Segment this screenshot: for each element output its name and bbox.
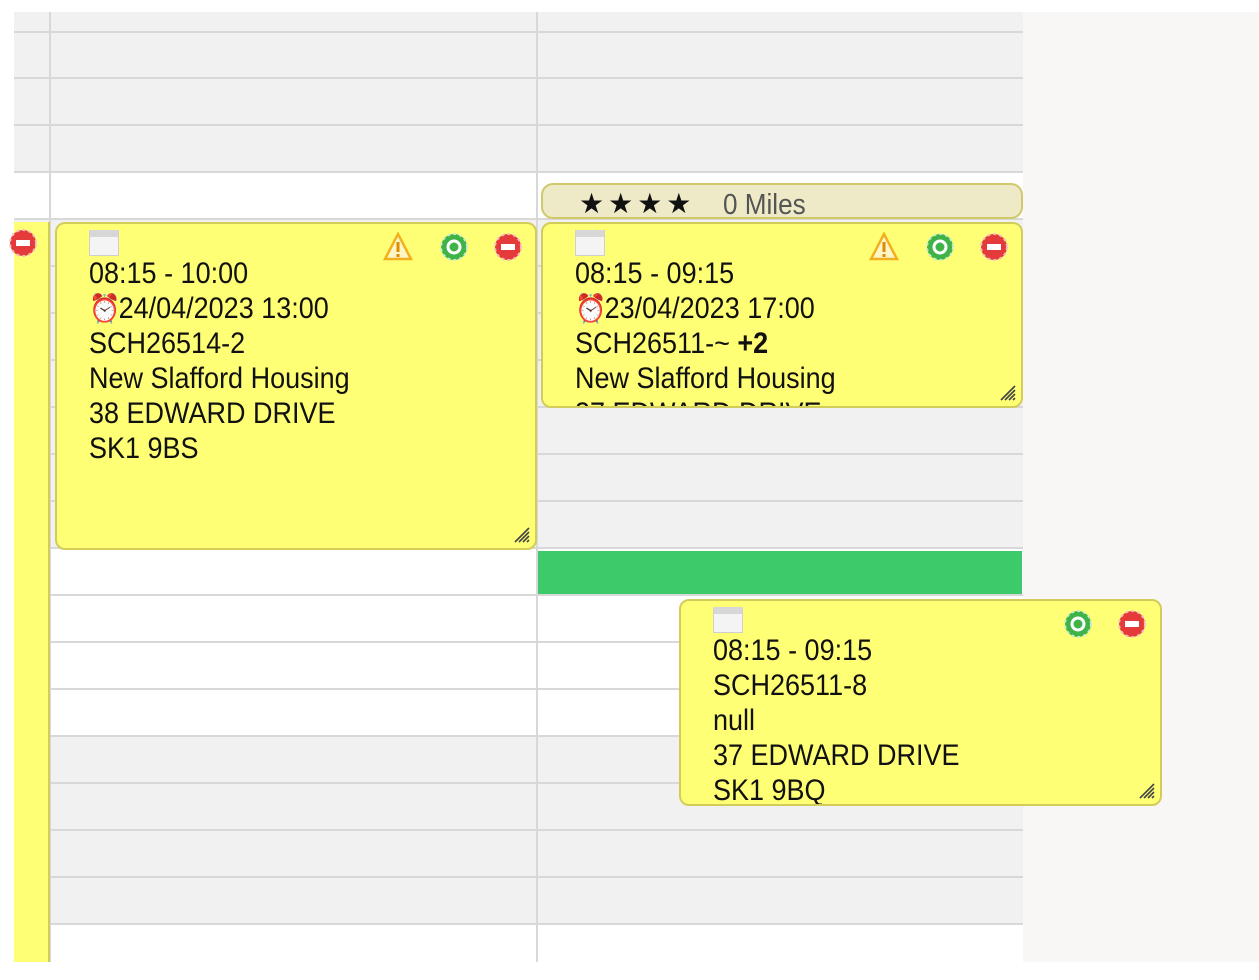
- star-rating: ★★★★: [579, 188, 696, 219]
- event-details: 08:15 - 09:15 ⏰23/04/2023 17:00 SCH26511…: [575, 256, 969, 406]
- event-details: 08:15 - 09:15 SCH26511-8 null 37 EDWARD …: [713, 633, 1108, 806]
- calendar-icon[interactable]: [575, 230, 605, 256]
- event-card[interactable]: 08:15 - 09:15 ⏰23/04/2023 17:00 SCH26511…: [541, 222, 1023, 408]
- event-client: null: [713, 704, 756, 737]
- event-time: 08:15 - 09:15: [575, 257, 735, 290]
- availability-block[interactable]: [538, 551, 1022, 594]
- event-client: New Slafford Housing: [89, 362, 350, 395]
- resize-handle-icon[interactable]: [1136, 780, 1156, 800]
- remove-icon[interactable]: [493, 232, 523, 262]
- event-time: 08:15 - 09:15: [713, 634, 873, 667]
- calendar-icon[interactable]: [89, 230, 119, 256]
- grid-row[interactable]: [14, 876, 1023, 925]
- resize-handle-icon[interactable]: [997, 382, 1017, 402]
- event-due: ⏰24/04/2023 13:00: [89, 292, 329, 325]
- grid-row[interactable]: [14, 124, 1023, 173]
- grid-row[interactable]: [14, 923, 1023, 962]
- event-ref: SCH26514-2: [89, 327, 246, 360]
- side-panel: [1023, 12, 1259, 962]
- event-address: 37 EDWARD DRIVE: [575, 396, 969, 406]
- grid-row[interactable]: [14, 12, 1023, 33]
- event-postcode: SK1 9BQ: [713, 774, 826, 806]
- event-details: 08:15 - 10:00 ⏰24/04/2023 13:00 SCH26514…: [89, 256, 483, 466]
- event-extra-count[interactable]: +2: [737, 327, 768, 360]
- event-due: ⏰23/04/2023 17:00: [575, 292, 815, 325]
- miles-label: 0 Miles: [723, 189, 806, 221]
- grid-row[interactable]: [14, 31, 1023, 79]
- grid-row[interactable]: [14, 77, 1023, 126]
- remove-icon[interactable]: [8, 228, 38, 258]
- alarm-icon: ⏰: [89, 293, 121, 324]
- event-address: 38 EDWARD DRIVE: [89, 397, 336, 430]
- event-ref: SCH26511-~ +2: [575, 327, 769, 360]
- resize-handle-icon[interactable]: [511, 524, 531, 544]
- remove-icon[interactable]: [1117, 609, 1147, 639]
- calendar-icon[interactable]: [713, 607, 743, 633]
- alarm-icon: ⏰: [575, 293, 607, 324]
- grid-row[interactable]: [14, 829, 1023, 878]
- event-card-partial[interactable]: [9, 222, 50, 962]
- event-address: 37 EDWARD DRIVE: [713, 739, 960, 772]
- event-ref: SCH26511-8: [713, 669, 868, 702]
- rating-bar: ★★★★ 0 Miles: [541, 183, 1023, 221]
- event-card[interactable]: 08:15 - 09:15 SCH26511-8 null 37 EDWARD …: [679, 599, 1162, 806]
- event-postcode: SK1 9BS: [89, 432, 199, 465]
- remove-icon[interactable]: [979, 232, 1009, 262]
- event-time: 08:15 - 10:00: [89, 257, 249, 290]
- event-client: New Slafford Housing: [575, 362, 836, 395]
- event-card[interactable]: 08:15 - 10:00 ⏰24/04/2023 13:00 SCH26514…: [55, 222, 537, 550]
